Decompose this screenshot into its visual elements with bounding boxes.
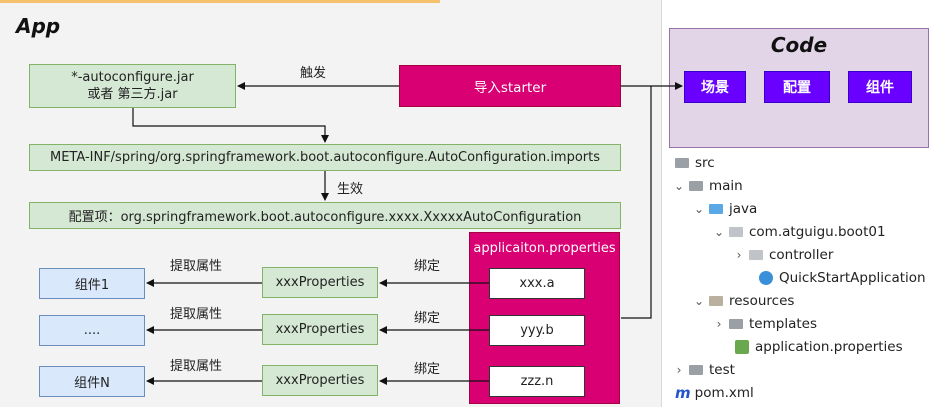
app-title: App xyxy=(16,14,61,38)
extract-label-1: 提取属性 xyxy=(170,259,223,274)
chevron-down-icon: ⌄ xyxy=(693,294,705,308)
tree-item-label: main xyxy=(709,178,743,194)
scenario-button: 场景 xyxy=(684,71,746,103)
tree-item-label: src xyxy=(695,155,715,171)
folder-icon xyxy=(675,158,689,168)
tree-item-test[interactable]: › test xyxy=(673,359,735,381)
component-button: 组件 xyxy=(848,71,912,103)
maven-icon: m xyxy=(675,384,691,402)
chevron-right-icon: › xyxy=(736,248,742,262)
resources-folder-icon xyxy=(709,296,723,306)
code-panel: Code 场景 配置 组件 xyxy=(669,28,929,148)
folder-icon xyxy=(689,181,703,191)
code-title: Code xyxy=(770,33,828,57)
property-box-2: yyy.b xyxy=(489,315,585,346)
properties-class-box-3: xxxProperties xyxy=(262,365,378,396)
component-box-2: .... xyxy=(39,315,145,346)
source-folder-icon xyxy=(709,204,723,214)
package-icon xyxy=(729,227,743,237)
tree-item-label: resources xyxy=(729,293,795,309)
tree-item-package[interactable]: ⌄ com.atguigu.boot01 xyxy=(713,221,886,243)
component-box-1: 组件1 xyxy=(39,268,145,299)
tree-item-label: pom.xml xyxy=(694,385,754,401)
chevron-right-icon: › xyxy=(716,317,722,331)
tree-item-label: QuickStartApplication xyxy=(779,270,926,286)
config-button: 配置 xyxy=(764,71,830,103)
properties-class-box-1: xxxProperties xyxy=(262,267,378,298)
project-tree: src ⌄ main ⌄ java ⌄ com.atguigu.boot01 ›… xyxy=(669,150,929,407)
tree-item-label: com.atguigu.boot01 xyxy=(749,224,886,240)
tree-item-label: templates xyxy=(749,316,817,332)
folder-icon xyxy=(689,365,703,375)
tree-item-label: application.properties xyxy=(755,339,903,355)
folder-icon xyxy=(729,319,743,329)
tree-item-controller[interactable]: › controller xyxy=(733,244,834,266)
chevron-right-icon: › xyxy=(676,363,682,377)
tree-item-main[interactable]: ⌄ main xyxy=(673,175,743,197)
tree-item-application-properties[interactable]: application.properties xyxy=(735,336,903,358)
tree-item-java[interactable]: ⌄ java xyxy=(693,198,757,220)
autoconfigure-jar-line2: 或者 第三方.jar xyxy=(87,87,178,102)
trigger-label: 触发 xyxy=(300,66,327,81)
chevron-down-icon: ⌄ xyxy=(693,202,705,216)
chevron-down-icon: ⌄ xyxy=(713,225,725,239)
autoconfiguration-imports-box: META-INF/spring/org.springframework.boot… xyxy=(29,144,621,171)
config-item-box: 配置项：org.springframework.boot.autoconfigu… xyxy=(29,202,621,229)
spring-class-icon xyxy=(759,271,773,285)
properties-file-icon xyxy=(735,340,749,354)
tree-item-label: test xyxy=(709,362,735,378)
top-accent-bar xyxy=(0,0,440,3)
bind-label-3: 绑定 xyxy=(414,362,441,377)
tree-item-templates[interactable]: › templates xyxy=(713,313,817,335)
chevron-down-icon: ⌄ xyxy=(673,179,685,193)
package-icon xyxy=(749,250,763,260)
effect-label: 生效 xyxy=(337,182,364,197)
tree-item-quickstart[interactable]: QuickStartApplication xyxy=(759,267,926,289)
extract-label-3: 提取属性 xyxy=(170,359,223,374)
app-panel: App *-autoconfigure.jar 或者 第三方.jar 触发 导入… xyxy=(0,0,662,407)
bind-label-2: 绑定 xyxy=(414,311,441,326)
tree-item-label: controller xyxy=(769,247,834,263)
tree-item-resources[interactable]: ⌄ resources xyxy=(693,290,794,312)
autoconfigure-jar-line1: *-autoconfigure.jar xyxy=(71,70,194,85)
component-box-3: 组件N xyxy=(39,366,145,397)
tree-item-label: java xyxy=(729,201,758,217)
properties-class-box-2: xxxProperties xyxy=(262,314,378,345)
autoconfigure-jar-box: *-autoconfigure.jar 或者 第三方.jar xyxy=(29,64,236,108)
property-box-3: zzz.n xyxy=(489,366,585,397)
import-starter-box: 导入starter xyxy=(399,65,621,107)
property-box-1: xxx.a xyxy=(489,268,585,299)
tree-item-src[interactable]: src xyxy=(675,152,715,174)
tree-item-pom[interactable]: m pom.xml xyxy=(675,382,754,404)
extract-label-2: 提取属性 xyxy=(170,307,223,322)
bind-label-1: 绑定 xyxy=(414,259,441,274)
